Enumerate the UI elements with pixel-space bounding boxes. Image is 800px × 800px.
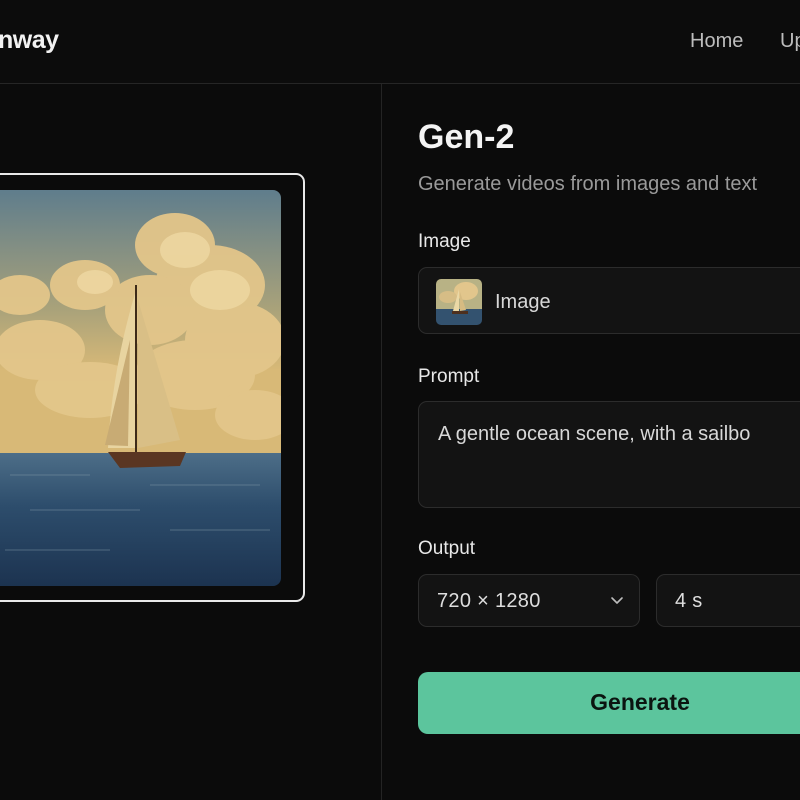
prompt-textarea[interactable]: A gentle ocean scene, with a sailbo [418,401,800,508]
generate-button[interactable]: Generate [418,672,800,734]
duration-value: 4 s [675,590,703,612]
prompt-text: A gentle ocean scene, with a sailbo [438,423,751,445]
chevron-down-icon [611,597,623,604]
prompt-label: Prompt [418,366,480,387]
top-bar: nway Home Up [0,0,800,84]
output-label: Output [418,538,476,559]
nav-upgrade-link[interactable]: Up [780,30,800,53]
page-title: Gen-2 [418,118,515,156]
image-upload-field[interactable]: Image [418,267,800,334]
nav-home-link[interactable]: Home [690,30,743,53]
resolution-select[interactable]: 720 × 1280 [418,574,640,627]
duration-select[interactable]: 4 s [656,574,800,627]
sailboat-thumbnail-icon [436,279,482,325]
generate-button-label: Generate [590,689,690,715]
app-logo[interactable]: nway [0,26,59,55]
panel-divider [381,84,382,800]
sailboat-image [0,190,281,586]
image-field-value: Image [495,291,551,313]
resolution-value: 720 × 1280 [437,590,541,612]
image-label: Image [418,231,471,252]
page-subtitle: Generate videos from images and text [418,173,758,195]
